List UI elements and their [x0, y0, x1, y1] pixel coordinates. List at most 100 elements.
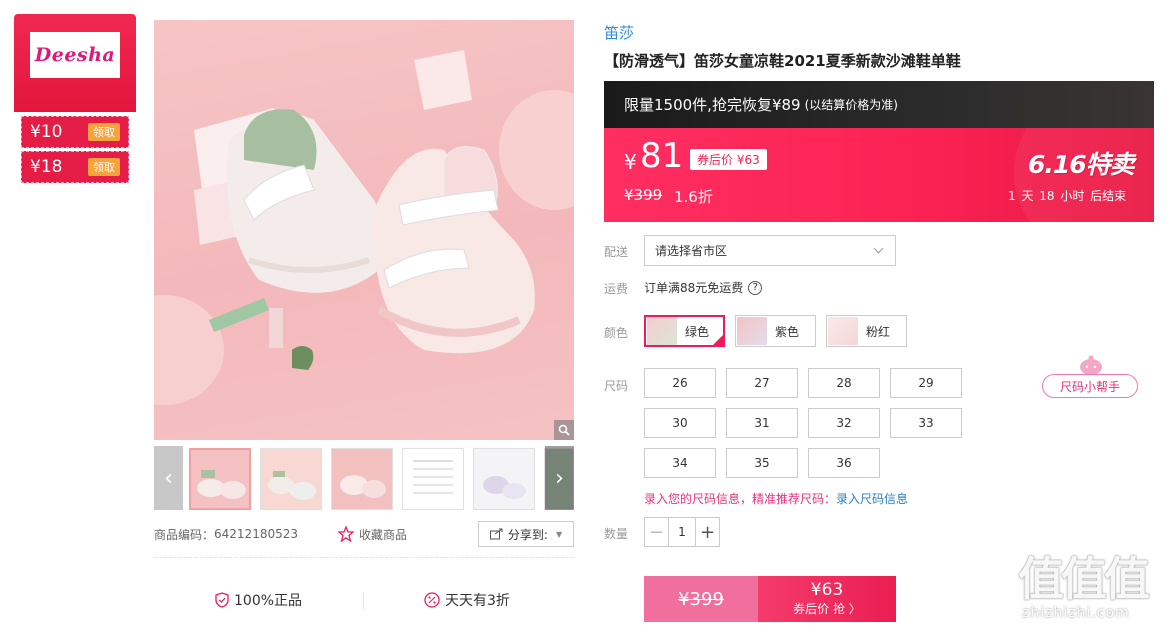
chevron-right-icon: ›: [555, 465, 564, 491]
buy-original-price-button[interactable]: ¥399: [644, 576, 758, 622]
current-price: 81: [640, 136, 684, 176]
size-option[interactable]: 30: [644, 408, 716, 438]
store-brand-box[interactable]: Deesha: [14, 14, 136, 112]
size-option[interactable]: 29: [890, 368, 962, 398]
caret-down-icon: ▼: [555, 529, 563, 539]
promo-banner: 限量1500件,抢完恢复¥89 (以结算价格为准): [604, 81, 1154, 128]
guarantee-label: 100%正品: [234, 593, 303, 609]
thumb-prev-button[interactable]: ‹: [154, 446, 183, 510]
thumb-next-button[interactable]: ›: [545, 446, 574, 510]
thumbnail-3[interactable]: [331, 448, 393, 510]
color-name: 绿色: [685, 324, 710, 339]
after-coupon-badge: 券后价 ¥63: [690, 149, 767, 170]
size-note-link[interactable]: 录入尺码信息: [836, 492, 908, 506]
percent-icon: [424, 592, 440, 608]
region-select-value: 请选择省市区: [655, 244, 728, 258]
quantity-label: 数量: [604, 527, 629, 541]
helper-mascot-icon: [1080, 355, 1102, 375]
favorite-button[interactable]: 收藏商品: [338, 526, 407, 543]
brand-link[interactable]: 笛莎: [604, 22, 634, 43]
divider: [154, 557, 574, 558]
star-icon: [338, 526, 354, 542]
size-option[interactable]: 35: [726, 448, 798, 478]
product-meta-row: 商品编码： 64212180523 收藏商品 分享到: ▼: [154, 520, 574, 548]
coupon-amount: ¥18: [30, 157, 63, 177]
coupon-18[interactable]: ¥18 领取: [21, 151, 129, 183]
size-option[interactable]: 31: [726, 408, 798, 438]
thumbnail-strip: ‹ ›: [154, 446, 574, 510]
store-logo-text: Deesha: [34, 44, 116, 66]
color-label: 颜色: [604, 326, 629, 340]
buy-after-coupon-button[interactable]: ¥63 券后价 抢 〉: [758, 576, 896, 622]
size-note: 录入您的尺码信息，精准推荐尺码：录入尺码信息: [644, 490, 908, 507]
size-helper-button[interactable]: 尺码小帮手: [1042, 374, 1138, 398]
promo-text: 限量1500件,抢完恢复¥89: [624, 96, 801, 114]
color-name: 紫色: [775, 324, 800, 339]
coupon-get-button[interactable]: 领取: [88, 123, 120, 141]
promo-subtext: (以结算价格为准): [804, 98, 898, 112]
size-option[interactable]: 36: [808, 448, 880, 478]
coupon-get-button[interactable]: 领取: [88, 158, 120, 176]
thumbnail-1[interactable]: [189, 448, 251, 510]
size-option[interactable]: 32: [808, 408, 880, 438]
size-note-text: 录入您的尺码信息，精准推荐尺码：: [644, 492, 837, 506]
size-option[interactable]: 27: [726, 368, 798, 398]
size-option[interactable]: 33: [890, 408, 962, 438]
size-label: 尺码: [604, 379, 629, 393]
color-swatch: [828, 317, 858, 345]
favorite-label: 收藏商品: [359, 527, 408, 542]
share-dropdown[interactable]: 分享到: ▼: [478, 521, 574, 547]
coupon-amount: ¥10: [30, 122, 63, 142]
thumbnail-2[interactable]: [260, 448, 322, 510]
check-icon: ✓: [715, 334, 722, 343]
share-icon: [489, 528, 503, 540]
buy-after-price: ¥63: [810, 580, 844, 600]
size-option[interactable]: 34: [644, 448, 716, 478]
thumbnail-image: [268, 471, 316, 500]
main-product-image[interactable]: [154, 20, 574, 440]
shield-icon: [215, 592, 229, 608]
watermark: 值值值 zhizhizhi.com: [1018, 553, 1166, 631]
thumbnail-5[interactable]: [473, 448, 535, 510]
color-option-purple[interactable]: 紫色: [735, 315, 816, 347]
delivery-label: 配送: [604, 245, 629, 259]
watermark-url: zhizhizhi.com: [1022, 605, 1130, 621]
coupon-10[interactable]: ¥10 领取: [21, 116, 129, 148]
watermark-logo: 值值值: [1018, 552, 1150, 606]
size-option[interactable]: 26: [644, 368, 716, 398]
divider: [363, 592, 364, 610]
color-name: 粉红: [866, 324, 891, 339]
chevron-left-icon: ‹: [164, 465, 173, 491]
quantity-increase-button[interactable]: +: [695, 518, 719, 546]
thumbnail-image: [197, 470, 246, 499]
color-swatch: [737, 317, 767, 345]
sandals-illustration: [154, 50, 574, 405]
original-price: ¥399: [624, 186, 663, 204]
size-option[interactable]: 28: [808, 368, 880, 398]
quantity-stepper: − 1 +: [644, 517, 720, 547]
question-icon[interactable]: ?: [748, 280, 763, 295]
product-title: 【防滑透气】笛莎女童凉鞋2021夏季新款沙滩鞋单鞋: [604, 52, 961, 70]
thumbnail-image: [413, 460, 453, 494]
guarantee-authentic: 100%正品: [214, 590, 302, 610]
guarantee-label: 天天有3折: [445, 593, 510, 609]
store-logo[interactable]: Deesha: [30, 32, 120, 78]
store-coupon-card: Deesha ¥10 领取 ¥18 领取: [14, 14, 136, 189]
product-page: Deesha ¥10 领取 ¥18 领取 ‹ › 商品编码： 642121805…: [0, 0, 1170, 634]
shipping-info: 订单满88元免运费 ?: [644, 279, 763, 296]
buy-after-label: 券后价 抢 〉: [793, 602, 861, 616]
chevron-down-icon: [873, 243, 884, 254]
quantity-input[interactable]: 1: [669, 518, 695, 546]
zoom-button[interactable]: [554, 420, 574, 440]
shipping-label: 运费: [604, 282, 629, 296]
region-select[interactable]: 请选择省市区: [644, 235, 896, 266]
shipping-text: 订单满88元免运费: [644, 281, 744, 295]
quantity-decrease-button[interactable]: −: [645, 518, 669, 546]
discount-rate: 1.6折: [674, 188, 713, 206]
magnifier-icon: [558, 424, 570, 436]
thumbnail-4[interactable]: [402, 448, 464, 510]
color-option-green[interactable]: 绿色 ✓: [644, 315, 725, 347]
thumbnail-image: [340, 475, 386, 498]
color-option-pink[interactable]: 粉红: [826, 315, 907, 347]
countdown: 1 天 18 小时 后结束: [1008, 189, 1127, 203]
